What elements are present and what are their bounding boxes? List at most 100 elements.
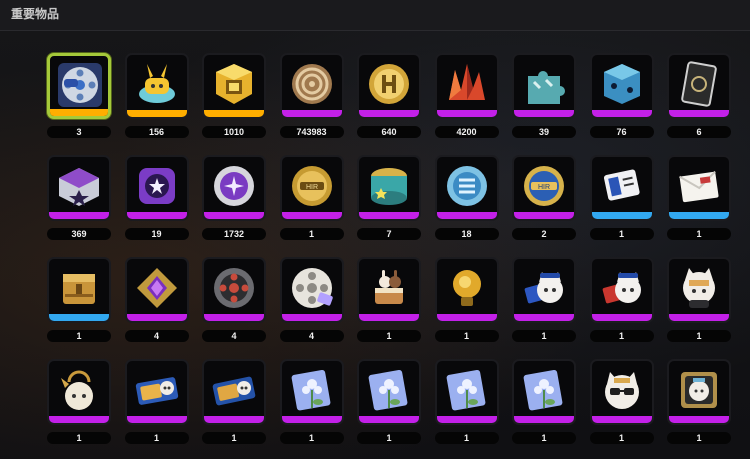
item-card[interactable]	[357, 359, 421, 425]
item-card[interactable]	[124, 155, 189, 221]
inventory-item[interactable]: 4	[195, 254, 270, 342]
item-count: 39	[512, 126, 576, 138]
item-count: 1	[47, 432, 111, 444]
inventory-item[interactable]: 1	[583, 254, 658, 342]
rarity-bar	[126, 416, 187, 423]
inventory-item[interactable]: 4200	[428, 50, 503, 138]
rarity-bar	[204, 416, 264, 423]
film-reel-white-icon	[287, 264, 337, 312]
inventory-item[interactable]: 1	[660, 254, 735, 342]
inventory-item[interactable]: 1	[428, 254, 503, 342]
item-card[interactable]	[589, 257, 654, 323]
inventory-item[interactable]: 3	[40, 50, 115, 138]
inventory-item[interactable]: 743983	[273, 50, 348, 138]
item-card[interactable]	[357, 155, 421, 221]
inventory-item[interactable]: 156	[118, 50, 193, 138]
item-card[interactable]	[124, 53, 189, 119]
item-card[interactable]	[589, 53, 654, 119]
inventory-item[interactable]: 1	[505, 356, 580, 444]
item-card[interactable]	[202, 359, 266, 425]
inventory-item[interactable]: 76	[583, 50, 658, 138]
item-card[interactable]	[279, 359, 344, 425]
item-card[interactable]	[47, 257, 111, 323]
item-card[interactable]	[47, 359, 111, 425]
item-card[interactable]	[589, 155, 654, 221]
item-card[interactable]: HIR	[512, 155, 576, 221]
blue-hir-coin-icon: HIR	[519, 162, 569, 210]
item-card[interactable]	[512, 257, 576, 323]
inventory-item[interactable]: 1	[583, 152, 658, 240]
item-card[interactable]	[512, 53, 576, 119]
gold-bulb-icon	[442, 264, 492, 312]
purple-gem-brooch-icon	[132, 264, 182, 312]
letter-envelope-icon	[674, 162, 724, 210]
inventory-item[interactable]: 1	[505, 254, 580, 342]
item-card[interactable]	[512, 359, 576, 425]
inventory-item[interactable]: 1	[273, 356, 348, 444]
item-card[interactable]	[202, 155, 266, 221]
item-count: 1	[667, 432, 731, 444]
inventory-item[interactable]: 640	[350, 50, 425, 138]
item-card[interactable]	[279, 53, 344, 119]
item-card[interactable]	[434, 155, 499, 221]
item-card[interactable]	[279, 257, 344, 323]
item-card[interactable]	[357, 257, 421, 323]
inventory-item[interactable]: 1	[428, 356, 503, 444]
rarity-bar	[669, 110, 729, 117]
inventory-item[interactable]: 1010	[195, 50, 270, 138]
item-card[interactable]	[434, 257, 499, 323]
inventory-item[interactable]: 39	[505, 50, 580, 138]
film-reel-icon	[55, 61, 105, 109]
inventory-item[interactable]: 1	[350, 356, 425, 444]
item-count: 1	[589, 432, 654, 444]
inventory-item[interactable]: 6	[660, 50, 735, 138]
inventory-item[interactable]: 18	[428, 152, 503, 240]
item-card[interactable]	[667, 359, 731, 425]
inventory-item[interactable]: HIR 2	[505, 152, 580, 240]
rarity-bar	[591, 416, 652, 423]
inventory-item[interactable]: 19	[118, 152, 193, 240]
inventory-item[interactable]: 1	[583, 356, 658, 444]
item-card[interactable]	[434, 53, 499, 119]
purple-star-chip-icon	[132, 162, 182, 210]
item-card[interactable]	[667, 53, 731, 119]
inventory-item[interactable]: 7	[350, 152, 425, 240]
item-count: 1	[589, 228, 654, 240]
inventory-item[interactable]: 1	[350, 254, 425, 342]
item-card[interactable]	[124, 257, 189, 323]
item-card[interactable]	[667, 257, 731, 323]
rarity-bar	[281, 110, 342, 117]
inventory-item[interactable]: HIR 1	[273, 152, 348, 240]
gold-coin-icon	[364, 60, 414, 108]
item-card[interactable]	[202, 53, 266, 119]
item-card[interactable]	[124, 359, 189, 425]
item-card[interactable]	[434, 359, 499, 425]
item-card[interactable]	[202, 257, 266, 323]
inventory-item[interactable]: 1	[118, 356, 193, 444]
rarity-bar	[359, 416, 419, 423]
item-card[interactable]	[667, 155, 731, 221]
inventory-item[interactable]: 1	[40, 356, 115, 444]
item-count: 1	[357, 330, 421, 342]
inventory-item[interactable]: 4	[118, 254, 193, 342]
inventory-item[interactable]: 1	[660, 152, 735, 240]
inventory-item[interactable]: 1	[660, 356, 735, 444]
item-count: 6	[667, 126, 731, 138]
item-card[interactable]	[589, 359, 654, 425]
item-count: 1010	[202, 126, 266, 138]
rarity-bar	[126, 314, 187, 321]
item-card[interactable]: HIR	[279, 155, 344, 221]
inventory-item[interactable]: 1	[40, 254, 115, 342]
inventory-item[interactable]: 369	[40, 152, 115, 240]
item-card[interactable]	[357, 53, 421, 119]
inventory-item[interactable]: 1	[195, 356, 270, 444]
rarity-bar	[669, 212, 729, 219]
item-card-selected[interactable]	[47, 53, 111, 119]
inventory-item[interactable]: 1732	[195, 152, 270, 240]
gold-hir-coin-icon: HIR	[287, 162, 337, 210]
item-card[interactable]	[47, 155, 111, 221]
item-count: 640	[357, 126, 421, 138]
inventory-item[interactable]: 4	[273, 254, 348, 342]
item-count: 7	[357, 228, 421, 240]
tin-can-icon	[364, 162, 414, 210]
